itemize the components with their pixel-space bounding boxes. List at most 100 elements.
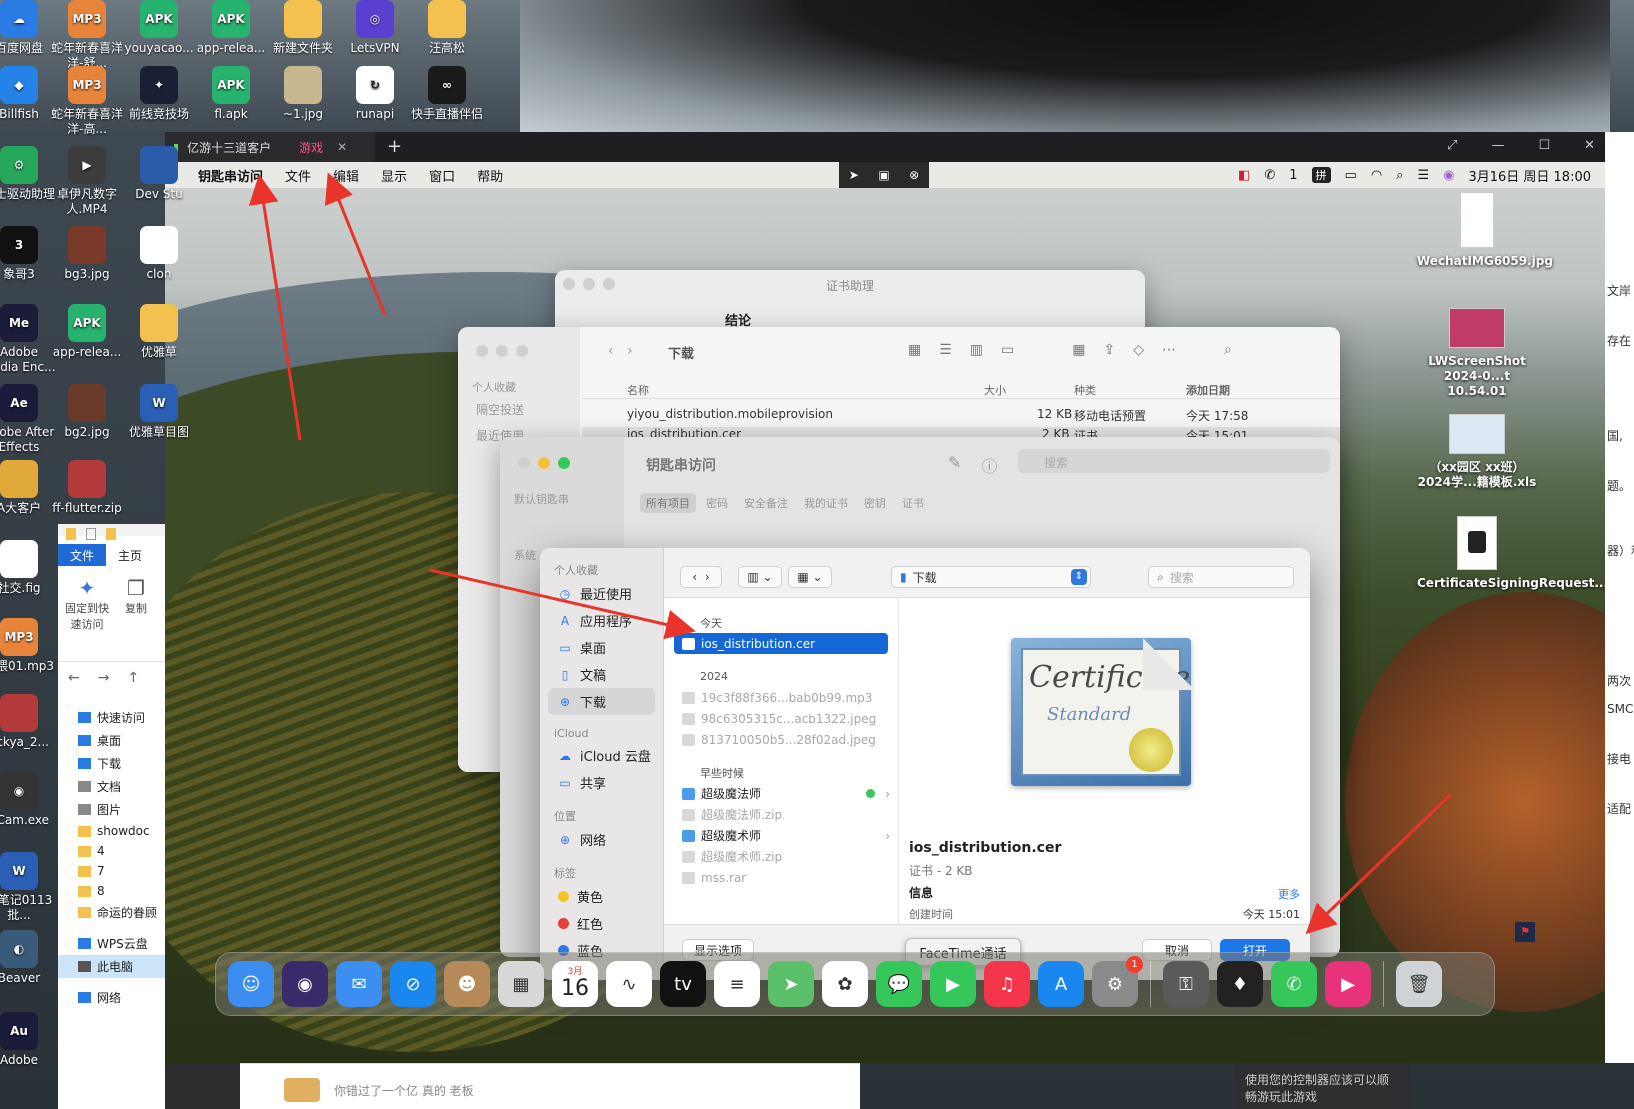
- desktop-shortcut[interactable]: ↻ runapi: [338, 66, 412, 122]
- sidebar-item[interactable]: ◷ 最近使用: [540, 580, 663, 607]
- properties-icon[interactable]: [86, 528, 96, 540]
- back-arrow-icon[interactable]: ‹: [692, 570, 697, 584]
- desktop-shortcut[interactable]: clon: [122, 226, 196, 282]
- desktop-shortcut[interactable]: APK fl.apk: [194, 66, 268, 122]
- back-forward-buttons[interactable]: ‹ ›: [680, 566, 722, 588]
- col-size[interactable]: 大小: [984, 382, 1006, 398]
- nav-item[interactable]: 4: [58, 841, 167, 861]
- edit-icon[interactable]: ✎: [948, 453, 961, 477]
- desktop-file-xls[interactable]: （xx园区 xx班）2024学...籍模板.xls: [1417, 414, 1537, 490]
- desktop-shortcut[interactable]: Au Adobe: [0, 1012, 56, 1068]
- keychain-tab[interactable]: 我的证书: [798, 493, 854, 513]
- tab-home[interactable]: 主页: [106, 544, 154, 566]
- icon-view-icon[interactable]: ▦: [908, 342, 921, 358]
- up-arrow-icon[interactable]: ↑: [127, 670, 139, 686]
- new-folder-icon[interactable]: [106, 528, 116, 540]
- forward-arrow-icon[interactable]: →: [98, 670, 110, 686]
- messages-icon[interactable]: 💬: [876, 961, 922, 1007]
- file-row[interactable]: 19c3f88f366...bab0b99.mp3: [664, 687, 898, 708]
- siri-menubar-icon[interactable]: ◉: [1443, 168, 1454, 183]
- desktop-file-wechat-img[interactable]: WechatIMG6059.jpg: [1417, 192, 1553, 269]
- app-store-icon[interactable]: A: [1038, 961, 1084, 1007]
- close-dot[interactable]: [518, 457, 530, 469]
- desktop-file-csr[interactable]: CertificateSigningRequest...Request: [1417, 516, 1605, 591]
- desktop-shortcut[interactable]: ◉ nCam.exe: [0, 772, 56, 828]
- screenshot-app-icon[interactable]: ▶: [1325, 961, 1371, 1007]
- close-tab-icon[interactable]: ✕: [337, 140, 347, 154]
- menu-view[interactable]: 显示: [370, 166, 418, 185]
- col-name[interactable]: 名称: [627, 382, 649, 398]
- maximize-icon[interactable]: ☐: [1538, 138, 1550, 153]
- desktop-shortcut[interactable]: 优雅草: [122, 304, 196, 360]
- gallery-view-icon[interactable]: ▭: [1001, 342, 1014, 358]
- list-view-icon[interactable]: ☰: [939, 342, 952, 358]
- sidebar-item[interactable]: ▭ 共享: [540, 769, 663, 796]
- desktop-shortcut[interactable]: ◆ Billfish: [0, 66, 56, 122]
- desktop-shortcut[interactable]: Dev Stu: [122, 146, 196, 202]
- maps-icon[interactable]: ➤: [768, 961, 814, 1007]
- forward-arrow-icon[interactable]: ›: [705, 570, 710, 584]
- input-method-icon[interactable]: 拼: [1311, 167, 1331, 183]
- emulator-tab[interactable]: ▮ 亿游十三道客户 游戏 ✕: [165, 132, 375, 162]
- view-mode-button[interactable]: ▥ ⌄: [738, 566, 782, 588]
- desktop-shortcut[interactable]: W 优雅草目图: [122, 384, 196, 440]
- keychain-icon[interactable]: ⚿: [1163, 961, 1209, 1007]
- wechat-icon[interactable]: ✆: [1271, 961, 1317, 1007]
- column-view-icon[interactable]: ▥: [970, 342, 983, 358]
- screen-icon[interactable]: ▣: [878, 168, 889, 182]
- file-row[interactable]: 超级魔术师.zip: [664, 846, 898, 867]
- contacts-icon[interactable]: ☻: [444, 961, 490, 1007]
- close-dot[interactable]: [476, 345, 488, 357]
- cursor-icon[interactable]: ➤: [849, 168, 859, 182]
- nav-item[interactable]: showdoc: [58, 821, 167, 841]
- nav-item[interactable]: 此电脑: [58, 955, 167, 978]
- desktop-shortcut[interactable]: ✦ 前线竞技场: [122, 66, 196, 122]
- preview-more-link[interactable]: 更多: [1278, 886, 1300, 902]
- file-row[interactable]: 超级魔术师 ›: [664, 825, 898, 846]
- desktop-shortcut[interactable]: 社交.fig: [0, 540, 56, 596]
- desktop-shortcut[interactable]: MP3 依偎01.mp3: [0, 618, 56, 674]
- facetime-icon[interactable]: ▶: [930, 961, 976, 1007]
- nav-item[interactable]: 快速访问: [58, 706, 167, 729]
- nav-item[interactable]: 下载: [58, 752, 167, 775]
- group-button[interactable]: ▦ ⌄: [788, 566, 832, 588]
- desktop-shortcut[interactable]: 3 象哥3: [0, 226, 56, 282]
- tuxedo-icon[interactable]: ♦: [1217, 961, 1263, 1007]
- zoom-dot[interactable]: [558, 457, 570, 469]
- keychain-tab[interactable]: 安全备注: [738, 493, 794, 513]
- freeform-icon[interactable]: ∿: [606, 961, 652, 1007]
- safari-icon[interactable]: ⊘: [390, 961, 436, 1007]
- desktop-shortcut[interactable]: ~1.jpg: [266, 66, 340, 122]
- desktop-shortcut[interactable]: bg3.jpg: [50, 226, 124, 282]
- file-row[interactable]: 超级魔法师.zip: [664, 804, 898, 825]
- table-row[interactable]: yiyou_distribution.mobileprovision 12 KB…: [582, 407, 1340, 427]
- nav-item[interactable]: WPS云盘: [58, 932, 167, 955]
- music-icon[interactable]: ♫: [984, 961, 1030, 1007]
- dialog-search-field[interactable]: ⌕ 搜索: [1148, 566, 1294, 588]
- desktop-shortcut[interactable]: APK app-relea...: [50, 304, 124, 360]
- keychain-tab[interactable]: 密码: [700, 493, 734, 513]
- sidebar-item[interactable]: 红色: [540, 910, 663, 937]
- sidebar-airdrop[interactable]: 隔空投送: [476, 401, 524, 418]
- system-settings-icon[interactable]: ⚙ 1: [1092, 956, 1143, 1007]
- folder-icon[interactable]: [66, 528, 76, 540]
- desktop-shortcut[interactable]: ▶ 卓伊凡数字人.MP4: [50, 146, 124, 217]
- zoom-dot[interactable]: [603, 278, 615, 290]
- sidebar-item[interactable]: ▭ 桌面: [540, 634, 663, 661]
- menu-edit[interactable]: 编辑: [322, 166, 370, 185]
- calendar-icon[interactable]: 3月 16: [552, 961, 598, 1007]
- col-kind[interactable]: 种类: [1074, 382, 1096, 398]
- spotlight-search-icon[interactable]: ⌕: [1396, 168, 1403, 183]
- close-icon[interactable]: ✕: [1584, 138, 1595, 153]
- close-dot[interactable]: [563, 278, 575, 290]
- flag-icon[interactable]: ⚑: [1515, 922, 1535, 942]
- desktop-shortcut[interactable]: ff-flutter.zip: [50, 460, 124, 516]
- desktop-shortcut[interactable]: ◐ Beaver: [0, 930, 56, 986]
- desktop-shortcut[interactable]: 汪高松: [410, 0, 484, 56]
- trash-icon[interactable]: 🗑: [1396, 961, 1442, 1007]
- keychain-tab[interactable]: 密钥: [858, 493, 892, 513]
- menu-app-keychain[interactable]: 钥匙串访问: [187, 166, 274, 185]
- control-center-icon[interactable]: ☰: [1417, 168, 1429, 183]
- battery-icon[interactable]: ▭: [1345, 168, 1357, 183]
- location-popup[interactable]: ▮ 下载 ⇕: [891, 566, 1091, 588]
